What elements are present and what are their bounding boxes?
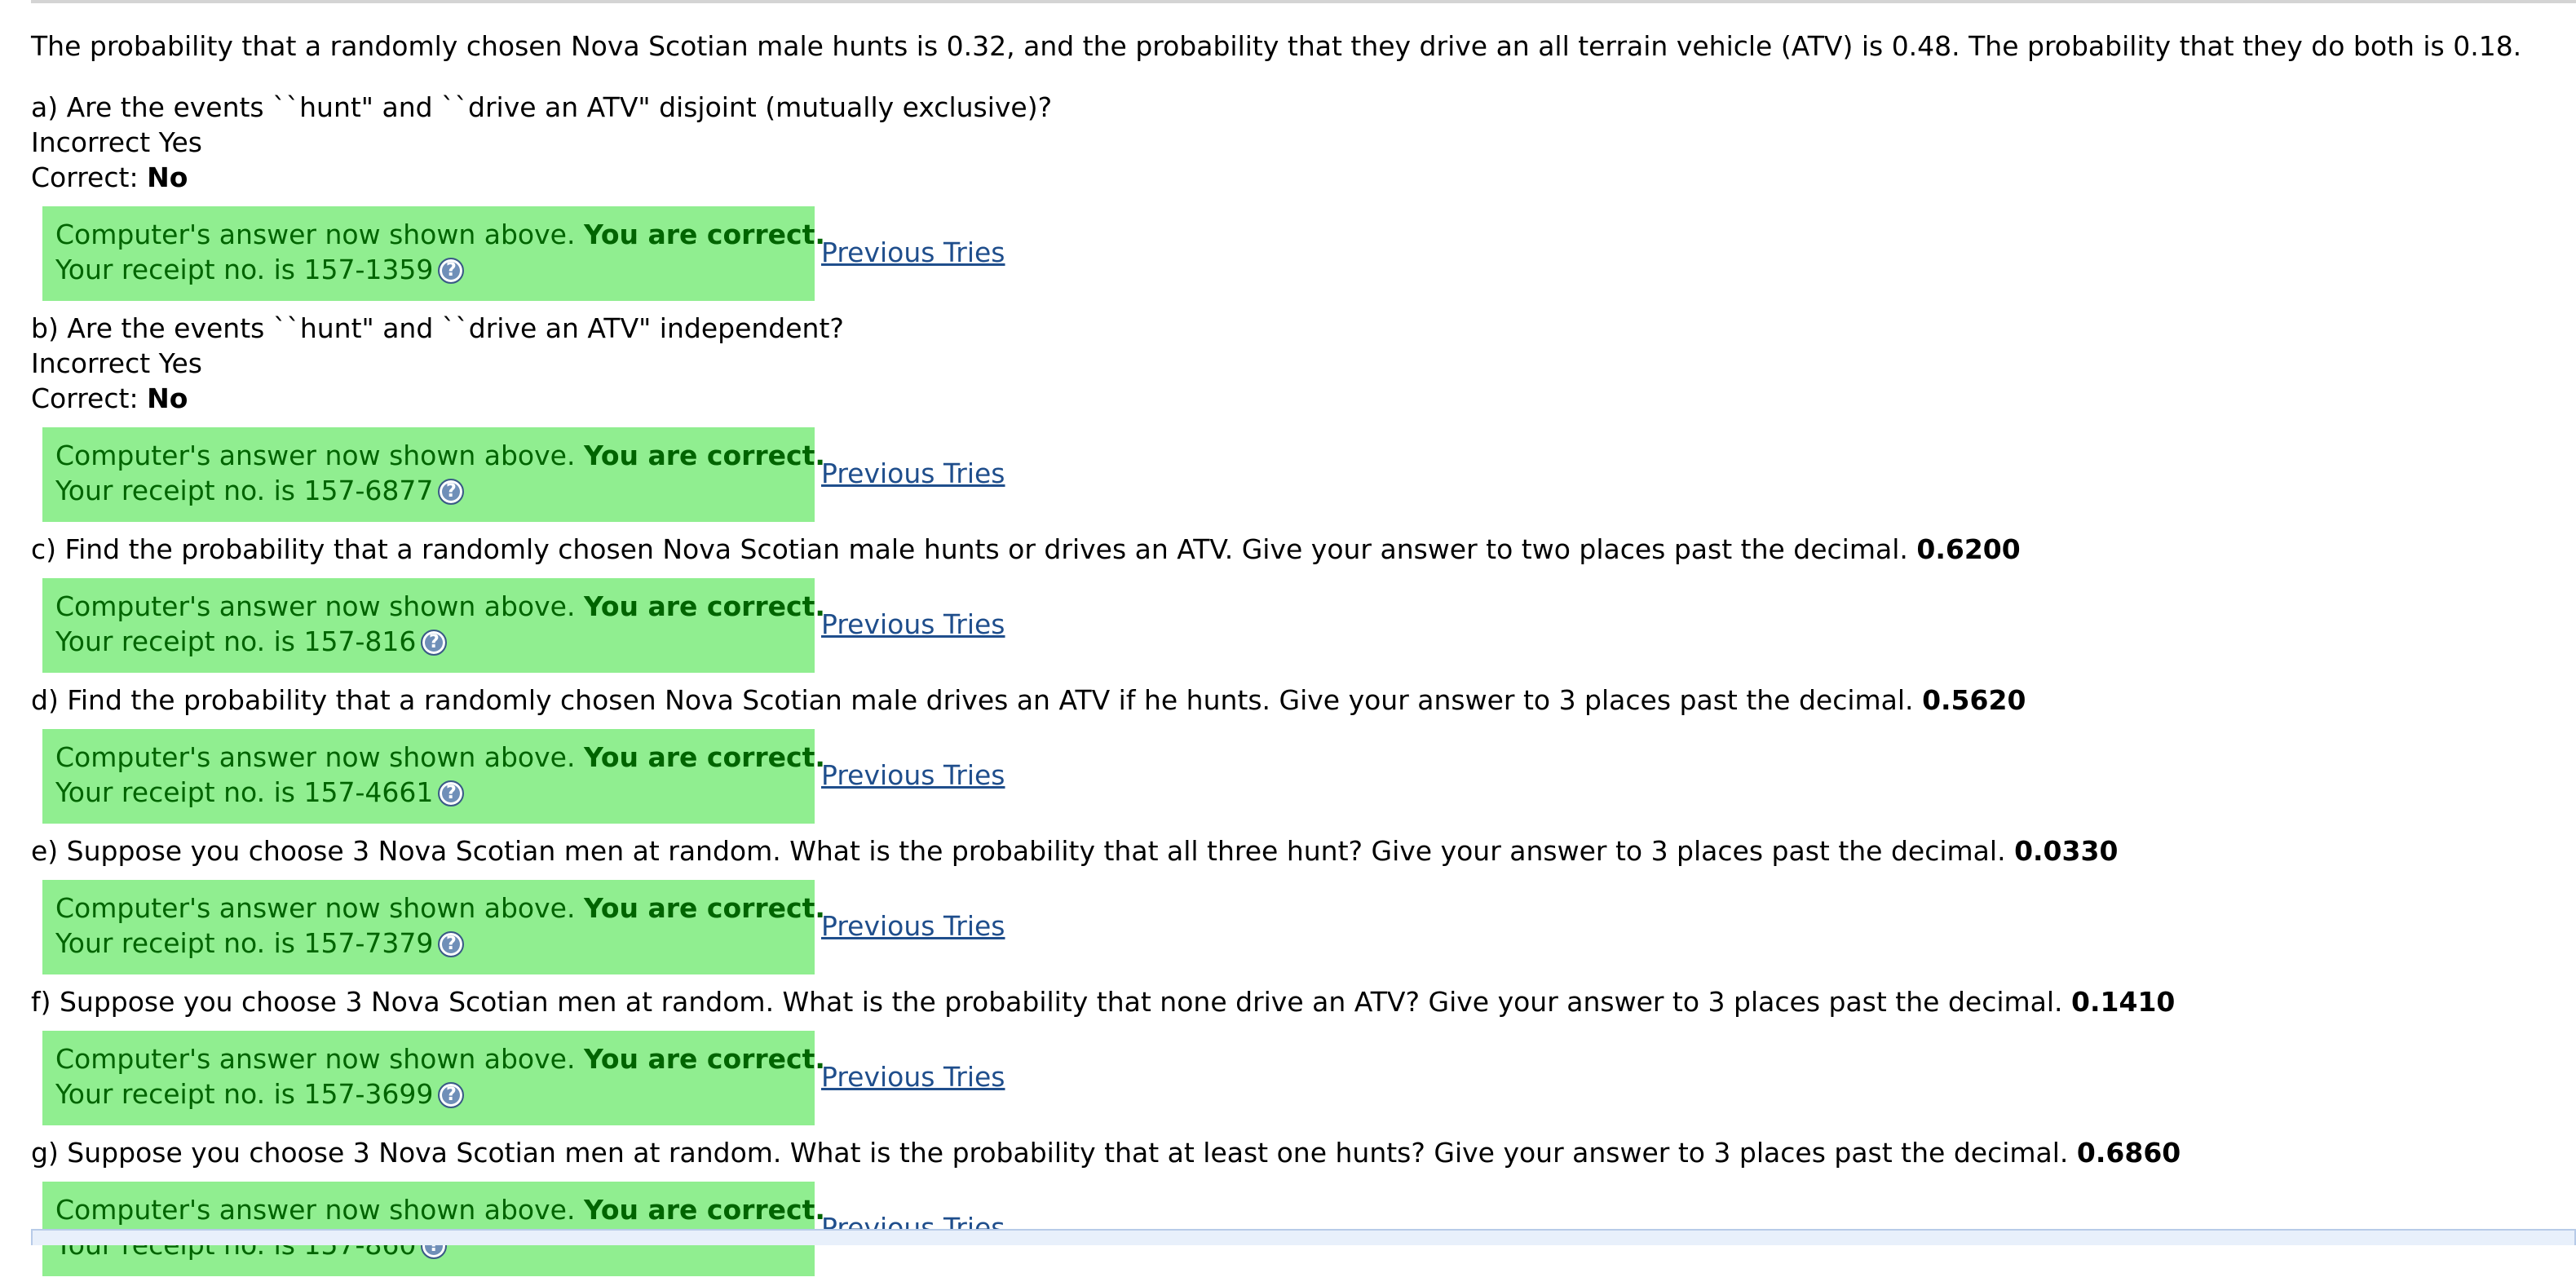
correct-message: You are correct. <box>583 1194 825 1226</box>
feedback-line-1: Computer's answer now shown above. You a… <box>55 217 825 252</box>
help-icon[interactable]: ? <box>438 1082 465 1108</box>
receipt-number: 157-816 <box>303 625 417 657</box>
receipt-number: 157-7379 <box>303 927 434 959</box>
receipt-number: 157-6877 <box>303 475 434 506</box>
correct-answer-b: Correct: No <box>31 381 2576 416</box>
previous-tries-link-e[interactable]: Previous Tries <box>821 908 1005 944</box>
help-icon[interactable]: ? <box>438 258 465 284</box>
problem-container: The probability that a randomly chosen N… <box>31 29 2576 1286</box>
receipt-line: Your receipt no. is 157-816? <box>55 624 802 659</box>
feedback-line-1: Computer's answer now shown above. You a… <box>55 589 825 624</box>
feedback-message: Computer's answer now shown above. <box>55 1043 576 1075</box>
receipt-line: Your receipt no. is 157-7379? <box>55 926 802 961</box>
submitted-answer-g: 0.6860 <box>2076 1137 2181 1169</box>
feedback-row-c: Computer's answer now shown above. You a… <box>42 578 2576 673</box>
feedback-row-b: Computer's answer now shown above. You a… <box>42 427 2576 522</box>
feedback-message: Computer's answer now shown above. <box>55 440 576 471</box>
receipt-line: Your receipt no. is 157-6877? <box>55 473 802 508</box>
help-glyph: ? <box>445 1085 457 1105</box>
feedback-row-f: Computer's answer now shown above. You a… <box>42 1031 2576 1125</box>
receipt-line: Your receipt no. is 157-4661? <box>55 775 802 810</box>
correct-message: You are correct. <box>583 741 825 773</box>
correct-message: You are correct. <box>583 590 825 622</box>
feedback-line-1: Computer's answer now shown above. You a… <box>55 740 825 775</box>
question-g: g) Suppose you choose 3 Nova Scotian men… <box>31 1135 2576 1170</box>
problem-statement: The probability that a randomly chosen N… <box>31 30 2522 62</box>
correct-message: You are correct. <box>583 219 825 250</box>
receipt-label: Your receipt no. is <box>55 475 295 506</box>
feedback-message: Computer's answer now shown above. <box>55 741 576 773</box>
correct-message: You are correct. <box>583 892 825 924</box>
receipt-line: Your receipt no. is 157-1359? <box>55 252 802 287</box>
submitted-answer-f: 0.1410 <box>2071 986 2176 1018</box>
receipt-number: 157-1359 <box>303 254 434 285</box>
question-b: b) Are the events ``hunt" and ``drive an… <box>31 312 844 344</box>
previous-tries-link-c[interactable]: Previous Tries <box>821 607 1005 642</box>
feedback-row-e: Computer's answer now shown above. You a… <box>42 880 2576 974</box>
help-glyph: ? <box>445 260 457 281</box>
receipt-number: 157-3699 <box>303 1078 434 1110</box>
top-divider <box>31 0 2576 3</box>
question-e: e) Suppose you choose 3 Nova Scotian men… <box>31 833 2576 868</box>
help-glyph: ? <box>445 783 457 803</box>
receipt-number: 157-4661 <box>303 776 434 808</box>
receipt-label: Your receipt no. is <box>55 625 295 657</box>
question-d: d) Find the probability that a randomly … <box>31 683 2576 718</box>
feedback-row-a: Computer's answer now shown above. You a… <box>42 206 2576 301</box>
help-icon[interactable]: ? <box>438 479 465 505</box>
incorrect-answer-a: Incorrect Yes <box>31 126 202 158</box>
previous-tries-link-f[interactable]: Previous Tries <box>821 1059 1005 1094</box>
feedback-box-f: Computer's answer now shown above. You a… <box>42 1031 825 1125</box>
feedback-box-c: Computer's answer now shown above. You a… <box>42 578 825 673</box>
question-text: f) Suppose you choose 3 Nova Scotian men… <box>31 986 2063 1018</box>
incorrect-answer-b: Incorrect Yes <box>31 347 202 379</box>
question-text: d) Find the probability that a randomly … <box>31 684 1914 716</box>
help-icon[interactable]: ? <box>438 931 465 957</box>
feedback-line-1: Computer's answer now shown above. You a… <box>55 1041 825 1076</box>
feedback-message: Computer's answer now shown above. <box>55 219 576 250</box>
question-text: c) Find the probability that a randomly … <box>31 533 1908 565</box>
question-text: e) Suppose you choose 3 Nova Scotian men… <box>31 835 2006 867</box>
help-icon[interactable]: ? <box>438 780 465 807</box>
correct-answer-a: Correct: No <box>31 160 2576 195</box>
correct-value: No <box>147 382 188 414</box>
feedback-box-e: Computer's answer now shown above. You a… <box>42 880 825 974</box>
feedback-line-1: Computer's answer now shown above. You a… <box>55 1192 825 1227</box>
receipt-label: Your receipt no. is <box>55 776 295 808</box>
correct-message: You are correct. <box>583 1043 825 1075</box>
correct-message: You are correct. <box>583 440 825 471</box>
correct-label: Correct: <box>31 382 139 414</box>
previous-tries-link-a[interactable]: Previous Tries <box>821 235 1005 270</box>
feedback-box-b: Computer's answer now shown above. You a… <box>42 427 825 522</box>
feedback-box-a: Computer's answer now shown above. You a… <box>42 206 825 301</box>
receipt-label: Your receipt no. is <box>55 927 295 959</box>
feedback-message: Computer's answer now shown above. <box>55 1194 576 1226</box>
feedback-message: Computer's answer now shown above. <box>55 892 576 924</box>
previous-tries-link-b[interactable]: Previous Tries <box>821 456 1005 491</box>
help-glyph: ? <box>428 632 440 652</box>
feedback-message: Computer's answer now shown above. <box>55 590 576 622</box>
receipt-label: Your receipt no. is <box>55 254 295 285</box>
question-c: c) Find the probability that a randomly … <box>31 532 2576 567</box>
help-icon[interactable]: ? <box>421 630 448 656</box>
correct-value: No <box>147 161 188 193</box>
feedback-row-d: Computer's answer now shown above. You a… <box>42 729 2576 824</box>
question-text: g) Suppose you choose 3 Nova Scotian men… <box>31 1137 2069 1169</box>
correct-label: Correct: <box>31 161 139 193</box>
help-glyph: ? <box>445 934 457 954</box>
feedback-line-1: Computer's answer now shown above. You a… <box>55 438 825 473</box>
receipt-label: Your receipt no. is <box>55 1078 295 1110</box>
previous-tries-link-d[interactable]: Previous Tries <box>821 758 1005 793</box>
submitted-answer-c: 0.6200 <box>1916 533 2021 565</box>
feedback-box-d: Computer's answer now shown above. You a… <box>42 729 825 824</box>
next-section-panel <box>31 1229 2576 1245</box>
help-glyph: ? <box>445 481 457 502</box>
feedback-line-1: Computer's answer now shown above. You a… <box>55 890 825 926</box>
submitted-answer-d: 0.5620 <box>1922 684 2026 716</box>
question-a: a) Are the events ``hunt" and ``drive an… <box>31 91 1053 123</box>
question-f: f) Suppose you choose 3 Nova Scotian men… <box>31 984 2576 1019</box>
receipt-line: Your receipt no. is 157-3699? <box>55 1076 802 1111</box>
submitted-answer-e: 0.0330 <box>2014 835 2119 867</box>
